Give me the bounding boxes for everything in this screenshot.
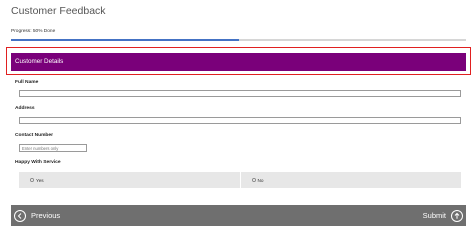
radio-option-yes[interactable]: Yes — [19, 172, 240, 188]
previous-button-label: Previous — [31, 211, 61, 220]
previous-button[interactable]: Previous — [14, 205, 60, 226]
page-title: Customer Feedback — [11, 5, 106, 17]
radio-circle-icon[interactable] — [251, 178, 256, 182]
address-input[interactable] — [19, 117, 461, 124]
happy-with-service-label: Happy With Service — [15, 160, 61, 165]
submit-button-label: Submit — [422, 211, 446, 220]
radio-label-yes: Yes — [36, 177, 44, 183]
radio-option-no[interactable]: No — [240, 172, 461, 188]
progress-bar — [11, 39, 466, 41]
radio-label-no: No — [257, 177, 264, 183]
arrow-up-circle-icon — [451, 209, 463, 222]
full-name-label: Full Name — [15, 80, 39, 85]
contact-number-label: Contact Number — [15, 133, 54, 138]
address-label: Address — [15, 106, 35, 111]
radio-circle-icon[interactable] — [30, 178, 34, 182]
chevron-left-circle-icon — [14, 209, 26, 222]
contact-number-input[interactable] — [19, 144, 87, 152]
footer-navigation-bar: Previous Submit — [11, 205, 466, 226]
full-name-input[interactable] — [19, 90, 461, 97]
progress-bar-fill — [11, 39, 239, 41]
happy-with-service-radio-group: Yes No — [19, 172, 461, 188]
section-header: Customer Details — [11, 53, 466, 71]
submit-button[interactable]: Submit — [423, 205, 463, 226]
progress-label: Progress: 50% Done — [11, 29, 56, 34]
